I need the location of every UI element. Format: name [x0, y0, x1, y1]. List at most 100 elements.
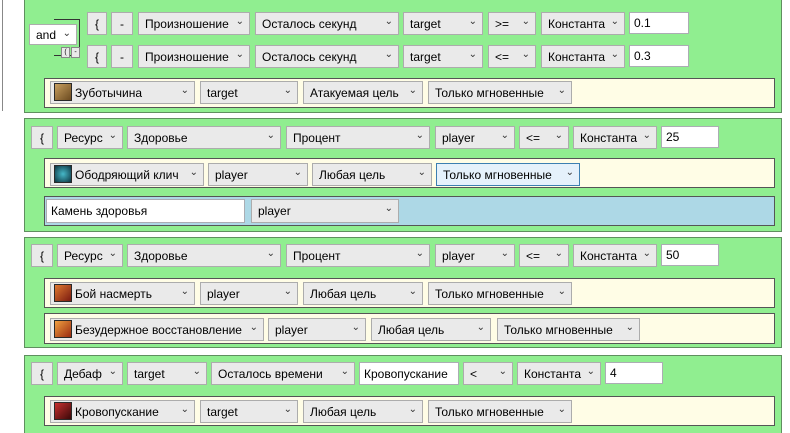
- target-select[interactable]: player ⌄: [200, 282, 298, 305]
- cast-mode-select[interactable]: Только мгновенные ⌄: [436, 163, 580, 186]
- target-select[interactable]: player ⌄: [251, 199, 399, 223]
- chevron-down-icon: ⌄: [642, 130, 651, 141]
- target-select[interactable]: player ⌄: [435, 244, 515, 267]
- condition-property-select[interactable]: Здоровье ⌄: [127, 126, 281, 149]
- tree-connector: [54, 19, 80, 20]
- chevron-down-icon: ⌄: [283, 286, 292, 297]
- brace-button[interactable]: {: [31, 244, 53, 267]
- value-type-select[interactable]: Константа ⌄: [541, 45, 625, 68]
- value-input[interactable]: 50: [661, 244, 719, 266]
- unit-select[interactable]: target ⌄: [403, 12, 483, 35]
- chevron-down-icon: ⌄: [249, 322, 258, 333]
- value-input[interactable]: 25: [661, 126, 719, 148]
- value-type-select[interactable]: Константа ⌄: [573, 244, 657, 267]
- chevron-down-icon: ⌄: [468, 16, 477, 27]
- left-border-line: [2, 0, 3, 111]
- operator-select[interactable]: <= ⌄: [519, 244, 569, 267]
- spell-select[interactable]: Зуботычина ⌄: [50, 81, 195, 104]
- brace-button[interactable]: {: [31, 362, 53, 385]
- value-input[interactable]: 4: [605, 362, 663, 384]
- condition-type-select[interactable]: Произношение ⌄: [138, 12, 250, 35]
- brace-button[interactable]: {: [87, 12, 107, 35]
- group-open-button[interactable]: (: [61, 47, 70, 58]
- chevron-down-icon: ⌄: [108, 366, 117, 377]
- operator-select[interactable]: <= ⌄: [519, 126, 569, 149]
- target-mode-select[interactable]: Любая цель ⌄: [312, 163, 432, 186]
- remove-button[interactable]: -: [111, 12, 133, 35]
- unit-select[interactable]: target ⌄: [403, 45, 483, 68]
- target-select[interactable]: target ⌄: [200, 400, 298, 423]
- unit-select[interactable]: Процент ⌄: [286, 126, 430, 149]
- value-input[interactable]: 0.3: [629, 45, 689, 67]
- spell-select[interactable]: Ободряющий клич ⌄: [50, 163, 204, 186]
- spell-select[interactable]: Безудержное восстановление ⌄: [50, 318, 264, 341]
- chevron-down-icon: ⌄: [266, 248, 275, 259]
- value-type-select[interactable]: Константа ⌄: [573, 126, 657, 149]
- value-type-select[interactable]: Константа ⌄: [517, 362, 601, 385]
- value-input[interactable]: 0.1: [629, 12, 689, 34]
- cast-mode-select[interactable]: Только мгновенные ⌄: [428, 400, 572, 423]
- chevron-down-icon: ⌄: [625, 322, 634, 333]
- chevron-down-icon: ⌄: [283, 404, 292, 415]
- warrior-shout-icon: [54, 165, 72, 183]
- chevron-down-icon: ⌄: [586, 366, 595, 377]
- chevron-down-icon: ⌄: [266, 130, 275, 141]
- chevron-down-icon: ⌄: [408, 85, 417, 96]
- chevron-down-icon: ⌄: [468, 49, 477, 60]
- condition-type-select[interactable]: Дебаф ⌄: [57, 362, 123, 385]
- condition-type-select[interactable]: Ресурс ⌄: [57, 126, 123, 149]
- target-mode-select[interactable]: Любая цель ⌄: [303, 282, 423, 305]
- target-select[interactable]: target ⌄: [200, 81, 298, 104]
- chevron-down-icon: ⌄: [384, 49, 393, 60]
- chevron-down-icon: ⌄: [108, 248, 117, 259]
- brace-button[interactable]: {: [87, 45, 107, 68]
- chevron-down-icon: ⌄: [500, 130, 509, 141]
- operator-select[interactable]: >= ⌄: [488, 12, 536, 35]
- condition-property-select[interactable]: Осталось секунд ⌄: [255, 12, 399, 35]
- chevron-down-icon: ⌄: [610, 49, 619, 60]
- rend-icon: [54, 402, 72, 420]
- condition-type-select[interactable]: Произношение ⌄: [138, 45, 250, 68]
- spell-select[interactable]: Бой насмерть ⌄: [50, 282, 195, 305]
- chevron-down-icon: ⌄: [557, 85, 566, 96]
- spell-select[interactable]: Кровопускание ⌄: [50, 400, 195, 423]
- debuff-name-input[interactable]: Кровопускание: [359, 362, 459, 385]
- condition-property-select[interactable]: Здоровье ⌄: [127, 244, 281, 267]
- target-select[interactable]: player ⌄: [435, 126, 515, 149]
- chevron-down-icon: ⌄: [610, 16, 619, 27]
- cast-mode-select[interactable]: Только мгновенные ⌄: [428, 282, 572, 305]
- condition-property-select[interactable]: Осталось времени ⌄: [211, 362, 355, 385]
- target-select[interactable]: player ⌄: [268, 318, 366, 341]
- logic-operator-select[interactable]: and ⌄: [29, 24, 77, 45]
- cast-mode-select[interactable]: Только мгновенные ⌄: [497, 318, 640, 341]
- target-select[interactable]: target ⌄: [127, 362, 207, 385]
- target-select[interactable]: player ⌄: [208, 163, 308, 186]
- battle-icon: [54, 284, 72, 302]
- chevron-down-icon: ⌄: [283, 85, 292, 96]
- chevron-down-icon: ⌄: [235, 16, 244, 27]
- cast-mode-select[interactable]: Только мгновенные ⌄: [428, 81, 572, 104]
- condition-type-select[interactable]: Ресурс ⌄: [57, 244, 123, 267]
- target-mode-select[interactable]: Атакуемая цель ⌄: [303, 81, 423, 104]
- group-remove-button[interactable]: -: [71, 47, 80, 58]
- condition-property-select[interactable]: Осталось секунд ⌄: [255, 45, 399, 68]
- chevron-down-icon: ⌄: [384, 16, 393, 27]
- chevron-down-icon: ⌄: [180, 85, 189, 96]
- fist-icon: [54, 83, 72, 101]
- chevron-down-icon: ⌄: [557, 404, 566, 415]
- chevron-down-icon: ⌄: [417, 167, 426, 178]
- operator-select[interactable]: <= ⌄: [488, 45, 536, 68]
- chevron-down-icon: ⌄: [62, 28, 71, 39]
- item-name-input[interactable]: Камень здоровья: [46, 199, 245, 223]
- unit-select[interactable]: Процент ⌄: [286, 244, 430, 267]
- target-mode-select[interactable]: Любая цель ⌄: [371, 318, 491, 341]
- chevron-down-icon: ⌄: [521, 16, 530, 27]
- chevron-down-icon: ⌄: [180, 286, 189, 297]
- target-mode-select[interactable]: Любая цель ⌄: [303, 400, 423, 423]
- operator-select[interactable]: < ⌄: [463, 362, 513, 385]
- brace-button[interactable]: {: [31, 126, 53, 149]
- value-type-select[interactable]: Константа ⌄: [541, 12, 625, 35]
- remove-button[interactable]: -: [111, 45, 133, 68]
- chevron-down-icon: ⌄: [642, 248, 651, 259]
- chevron-down-icon: ⌄: [500, 248, 509, 259]
